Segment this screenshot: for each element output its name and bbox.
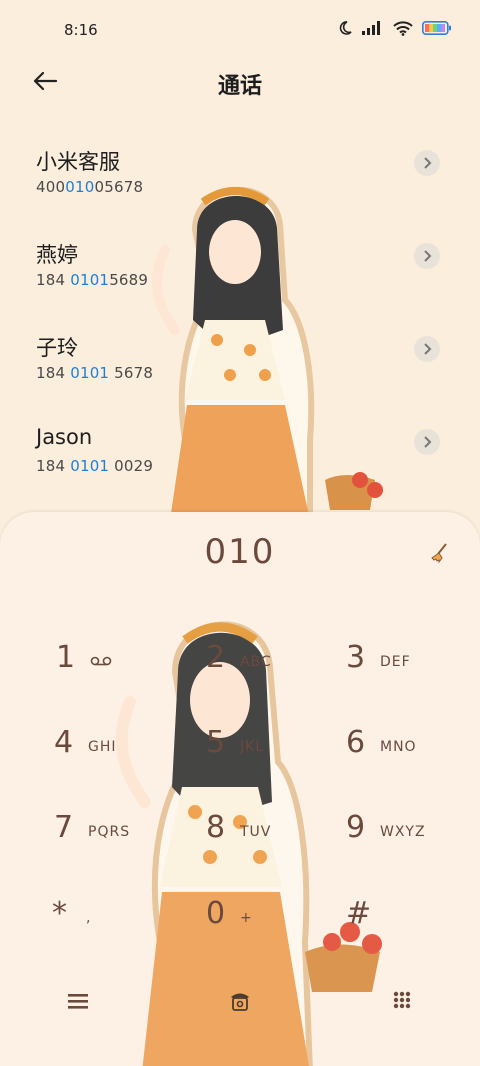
contact-detail-button[interactable] bbox=[414, 336, 440, 362]
key-9[interactable]: 9 WXYZ bbox=[346, 810, 456, 870]
menu-button[interactable] bbox=[63, 988, 93, 1018]
call-button[interactable] bbox=[225, 988, 255, 1018]
header: 通话 bbox=[0, 60, 480, 106]
contact-number: 184 01015689 bbox=[36, 271, 149, 289]
voicemail-icon bbox=[90, 652, 112, 671]
contact-detail-button[interactable] bbox=[414, 429, 440, 455]
list-item[interactable]: 子玲 184 0101 5678 bbox=[0, 316, 480, 409]
clear-button[interactable] bbox=[426, 542, 450, 566]
list-item[interactable]: 小米客服 40001005678 bbox=[0, 130, 480, 223]
keypad-toggle-button[interactable] bbox=[387, 988, 417, 1018]
contact-detail-button[interactable] bbox=[414, 243, 440, 269]
contact-number: 40001005678 bbox=[36, 178, 144, 196]
contact-name: 小米客服 bbox=[36, 150, 120, 174]
status-time: 8:16 bbox=[64, 21, 98, 39]
key-star[interactable]: * , bbox=[52, 896, 162, 956]
key-6[interactable]: 6 MNO bbox=[346, 725, 456, 785]
contact-number: 184 0101 5678 bbox=[36, 364, 154, 382]
dial-number-display: 010 bbox=[204, 532, 276, 572]
key-2[interactable]: 2 ABC bbox=[206, 640, 316, 700]
chevron-right-icon bbox=[422, 154, 432, 173]
hamburger-icon bbox=[68, 993, 88, 1013]
dialer-panel: 010 1 2 ABC 3 DEF 4 GHI 5 JKL 6 MNO 7 PQ… bbox=[0, 512, 480, 1066]
dialpad-icon bbox=[393, 991, 411, 1015]
key-4[interactable]: 4 GHI bbox=[54, 725, 164, 785]
chevron-right-icon bbox=[422, 340, 432, 359]
status-bar: 8:16 bbox=[0, 0, 480, 60]
list-item[interactable]: Jason 184 0101 0029 bbox=[0, 409, 480, 502]
chevron-right-icon bbox=[422, 247, 432, 266]
broom-icon bbox=[426, 543, 450, 570]
status-icons bbox=[337, 20, 452, 36]
contact-name: 子玲 bbox=[36, 336, 78, 360]
wifi-icon bbox=[393, 20, 413, 36]
moon-icon bbox=[337, 20, 353, 36]
key-1[interactable]: 1 bbox=[56, 640, 166, 700]
key-5[interactable]: 5 JKL bbox=[206, 725, 316, 785]
contact-name: 燕婷 bbox=[36, 243, 78, 267]
contact-name: Jason bbox=[36, 425, 93, 449]
key-8[interactable]: 8 TUV bbox=[206, 810, 316, 870]
key-7[interactable]: 7 PQRS bbox=[54, 810, 164, 870]
telephone-icon bbox=[229, 990, 251, 1016]
key-0[interactable]: 0 + bbox=[206, 896, 316, 956]
dialer-bottom-bar bbox=[0, 988, 480, 1018]
page-title: 通话 bbox=[217, 74, 262, 99]
battery-icon bbox=[422, 21, 452, 35]
signal-icon bbox=[362, 21, 384, 35]
chevron-right-icon bbox=[422, 433, 432, 452]
list-item[interactable]: 燕婷 184 01015689 bbox=[0, 223, 480, 316]
contact-detail-button[interactable] bbox=[414, 150, 440, 176]
contact-number: 184 0101 0029 bbox=[36, 457, 154, 475]
key-hash[interactable]: # bbox=[346, 896, 456, 956]
key-3[interactable]: 3 DEF bbox=[346, 640, 456, 700]
